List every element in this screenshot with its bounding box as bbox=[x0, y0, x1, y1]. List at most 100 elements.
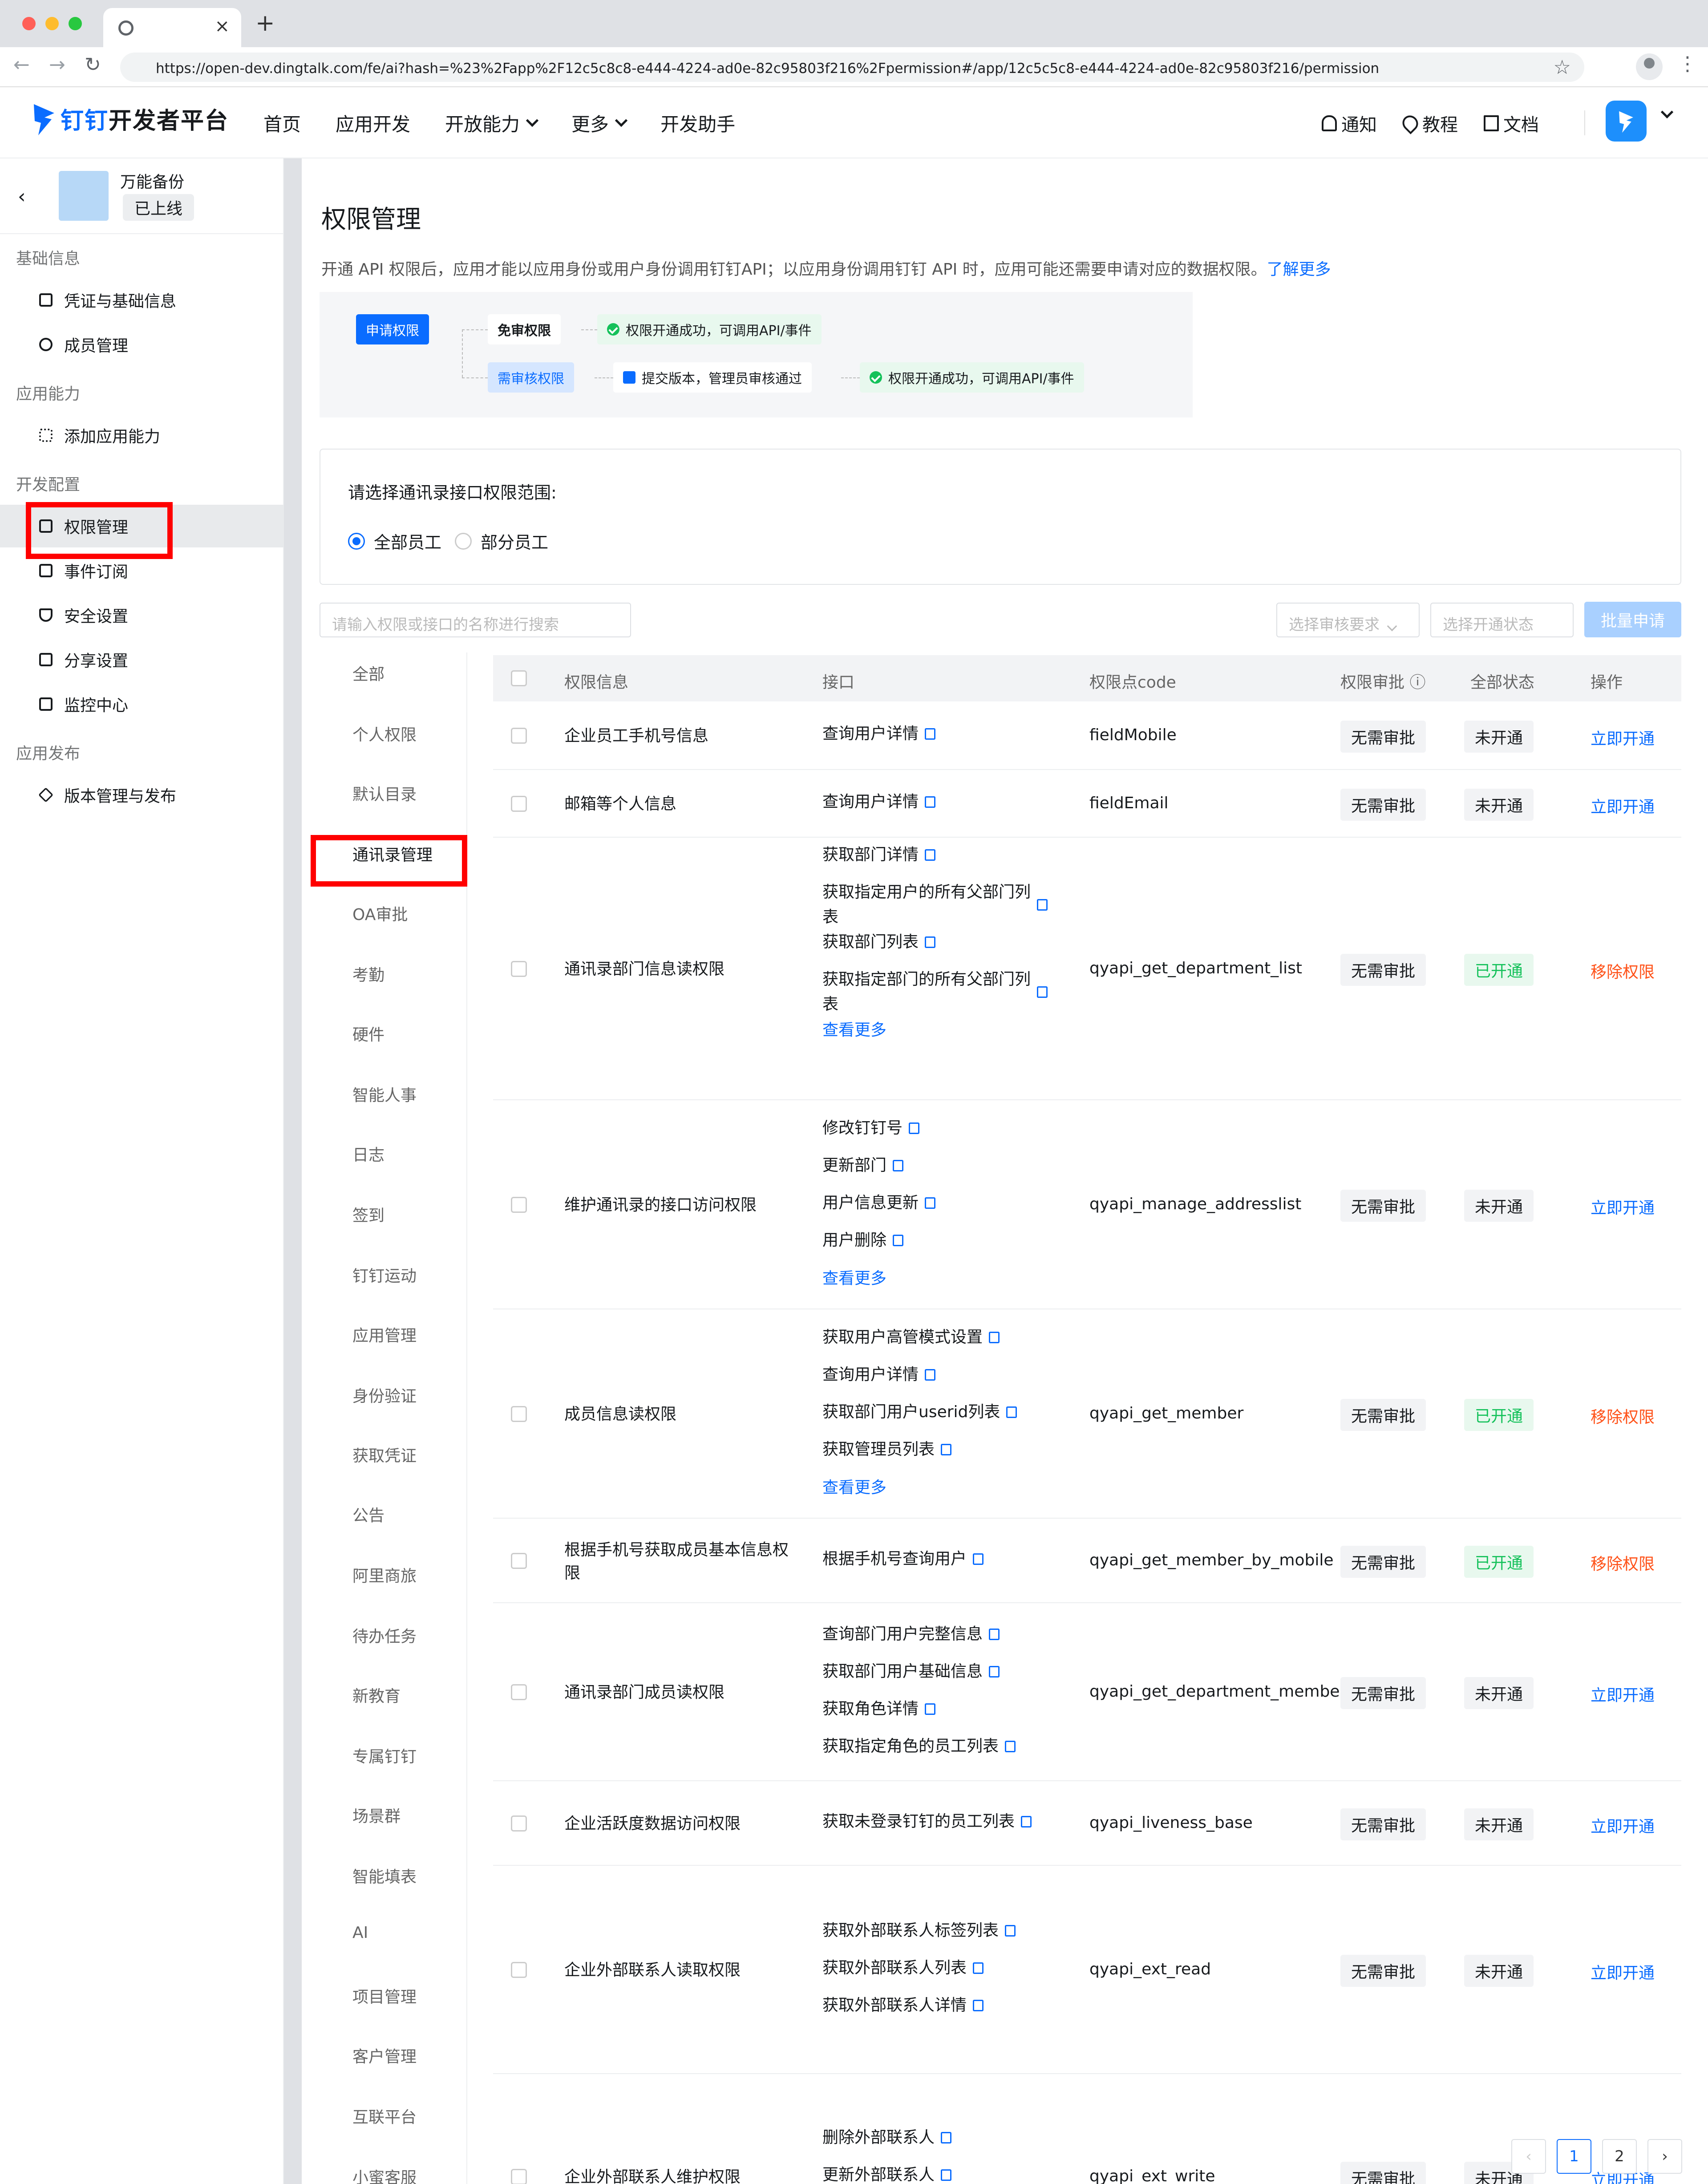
doc-icon[interactable] bbox=[1037, 986, 1048, 998]
sidebar-item-members[interactable]: 成员管理 bbox=[0, 323, 284, 366]
api-link[interactable]: 获取管理员列表 bbox=[822, 1437, 952, 1462]
category-item[interactable]: 互联平台 bbox=[352, 2104, 417, 2127]
category-item[interactable]: 身份验证 bbox=[352, 1383, 417, 1406]
radio-part-staff[interactable]: 部分员工 bbox=[455, 529, 548, 553]
reload-icon[interactable]: ↻ bbox=[85, 53, 101, 76]
doc-icon[interactable] bbox=[941, 2169, 952, 2181]
user-avatar[interactable] bbox=[1606, 101, 1647, 142]
api-link[interactable]: 获取部门用户基础信息 bbox=[822, 1659, 1000, 1684]
row-checkbox[interactable] bbox=[511, 1684, 527, 1700]
notification-link[interactable]: 通知 bbox=[1322, 110, 1377, 136]
remove-permission-link[interactable]: 移除权限 bbox=[1591, 1404, 1655, 1427]
enable-now-link[interactable]: 立即开通 bbox=[1591, 1960, 1655, 1983]
batch-apply-button[interactable]: 批量申请 bbox=[1584, 602, 1681, 637]
doc-icon[interactable] bbox=[1021, 1816, 1032, 1827]
api-link[interactable]: 用户信息更新 bbox=[822, 1191, 936, 1216]
doc-icon[interactable] bbox=[925, 1703, 936, 1715]
category-item[interactable]: 获取凭证 bbox=[352, 1443, 417, 1466]
api-link[interactable]: 更新外部联系人 bbox=[822, 2163, 952, 2184]
page-1-button[interactable]: 1 bbox=[1557, 2139, 1591, 2174]
nav-home[interactable]: 首页 bbox=[263, 109, 301, 137]
category-item[interactable]: 智能填表 bbox=[352, 1864, 417, 1887]
info-icon[interactable]: ⓘ bbox=[1409, 673, 1425, 692]
nav-open-capability[interactable]: 开放能力 bbox=[445, 109, 539, 137]
api-link[interactable]: 获取部门列表 bbox=[822, 930, 936, 955]
learn-more-link[interactable]: 了解更多 bbox=[1267, 260, 1331, 279]
category-item[interactable]: OA审批 bbox=[352, 902, 408, 925]
api-link[interactable]: 删除外部联系人 bbox=[822, 2125, 952, 2150]
dingtalk-logo[interactable]: 钉钉开发者平台 bbox=[31, 100, 229, 137]
category-item[interactable]: 应用管理 bbox=[352, 1323, 417, 1346]
avatar-chevron-down-icon[interactable] bbox=[1660, 105, 1674, 119]
row-checkbox[interactable] bbox=[511, 1197, 527, 1213]
doc-icon[interactable] bbox=[989, 1332, 1000, 1343]
enable-now-link[interactable]: 立即开通 bbox=[1591, 726, 1655, 749]
enable-now-link[interactable]: 立即开通 bbox=[1591, 1195, 1655, 1218]
tutorial-link[interactable]: 教程 bbox=[1399, 110, 1458, 136]
category-item[interactable]: 默认目录 bbox=[352, 782, 417, 805]
category-item[interactable]: 专属钉钉 bbox=[352, 1744, 417, 1767]
docs-link[interactable]: 文档 bbox=[1484, 110, 1539, 136]
api-link[interactable]: 查询用户详情 bbox=[822, 790, 936, 814]
doc-icon[interactable] bbox=[973, 1553, 984, 1565]
forward-arrow-icon[interactable]: → bbox=[49, 53, 65, 76]
browser-tab[interactable]: × bbox=[103, 8, 241, 47]
api-link[interactable]: 获取指定角色的员工列表 bbox=[822, 1734, 1016, 1759]
api-link[interactable]: 根据手机号查询用户 bbox=[822, 1547, 984, 1572]
bookmark-star-icon[interactable]: ☆ bbox=[1554, 56, 1571, 79]
api-link[interactable]: 获取外部联系人列表 bbox=[822, 1956, 984, 1981]
api-link[interactable]: 修改钉钉号 bbox=[822, 1116, 920, 1141]
row-checkbox[interactable] bbox=[511, 728, 527, 744]
category-item[interactable]: 公告 bbox=[352, 1503, 385, 1526]
category-item[interactable]: 考勤 bbox=[352, 962, 385, 985]
category-item[interactable]: 签到 bbox=[352, 1203, 385, 1226]
prev-page-button[interactable]: ‹ bbox=[1511, 2139, 1546, 2174]
enable-now-link[interactable]: 立即开通 bbox=[1591, 1814, 1655, 1837]
doc-icon[interactable] bbox=[909, 1122, 920, 1134]
category-item[interactable]: 客户管理 bbox=[352, 2044, 417, 2067]
sidebar-item-monitor[interactable]: 监控中心 bbox=[0, 683, 284, 725]
doc-icon[interactable] bbox=[925, 728, 936, 740]
sidebar-item-security[interactable]: 安全设置 bbox=[0, 594, 284, 636]
row-checkbox[interactable] bbox=[511, 1962, 527, 1978]
api-link[interactable]: 获取指定用户的所有父部门列表 bbox=[822, 880, 1048, 930]
doc-icon[interactable] bbox=[925, 936, 936, 948]
url-text[interactable]: https://open-dev.dingtalk.com/fe/ai?hash… bbox=[156, 61, 1379, 77]
row-checkbox[interactable] bbox=[511, 1815, 527, 1831]
category-item[interactable]: 智能人事 bbox=[352, 1082, 417, 1106]
row-checkbox[interactable] bbox=[511, 796, 527, 812]
category-item[interactable]: 小蜜客服 bbox=[352, 2165, 417, 2184]
status-select[interactable]: 选择开通状态 bbox=[1430, 603, 1574, 637]
doc-icon[interactable] bbox=[1006, 1406, 1017, 1418]
api-link[interactable]: 获取部门用户userid列表 bbox=[822, 1400, 1017, 1425]
doc-icon[interactable] bbox=[1037, 899, 1048, 911]
doc-icon[interactable] bbox=[941, 2132, 952, 2143]
doc-icon[interactable] bbox=[1005, 1741, 1016, 1752]
search-input[interactable]: 请输入权限或接口的名称进行搜索 bbox=[320, 603, 631, 637]
doc-icon[interactable] bbox=[893, 1235, 904, 1246]
back-chevron-icon[interactable]: ‹ bbox=[18, 185, 26, 208]
doc-icon[interactable] bbox=[941, 1444, 952, 1455]
api-link[interactable]: 查询用户详情 bbox=[822, 1362, 936, 1387]
api-link[interactable]: 获取外部联系人标签列表 bbox=[822, 1918, 1016, 1943]
doc-icon[interactable] bbox=[925, 1197, 936, 1209]
new-tab-button[interactable]: + bbox=[255, 10, 275, 36]
row-checkbox[interactable] bbox=[511, 1406, 527, 1422]
see-more-link[interactable]: 查看更多 bbox=[822, 1017, 886, 1040]
doc-icon[interactable] bbox=[989, 1629, 1000, 1640]
maximize-window-button[interactable] bbox=[69, 17, 82, 30]
back-arrow-icon[interactable]: ← bbox=[13, 53, 30, 76]
address-bar[interactable]: https://open-dev.dingtalk.com/fe/ai?hash… bbox=[120, 53, 1584, 82]
sidebar-item-share[interactable]: 分享设置 bbox=[0, 638, 284, 681]
category-item[interactable]: AI bbox=[352, 1924, 368, 1942]
sidebar-item-credentials[interactable]: 凭证与基础信息 bbox=[0, 279, 284, 321]
doc-icon[interactable] bbox=[925, 849, 936, 861]
see-more-link[interactable]: 查看更多 bbox=[822, 1475, 886, 1498]
tab-close-icon[interactable]: × bbox=[215, 16, 230, 36]
audit-select[interactable]: 选择审核要求 bbox=[1276, 603, 1420, 637]
doc-icon[interactable] bbox=[973, 1962, 984, 1974]
sidebar-item-version[interactable]: 版本管理与发布 bbox=[0, 774, 284, 816]
minimize-window-button[interactable] bbox=[45, 17, 59, 30]
category-item[interactable]: 场景群 bbox=[352, 1803, 401, 1827]
doc-icon[interactable] bbox=[973, 2000, 984, 2011]
